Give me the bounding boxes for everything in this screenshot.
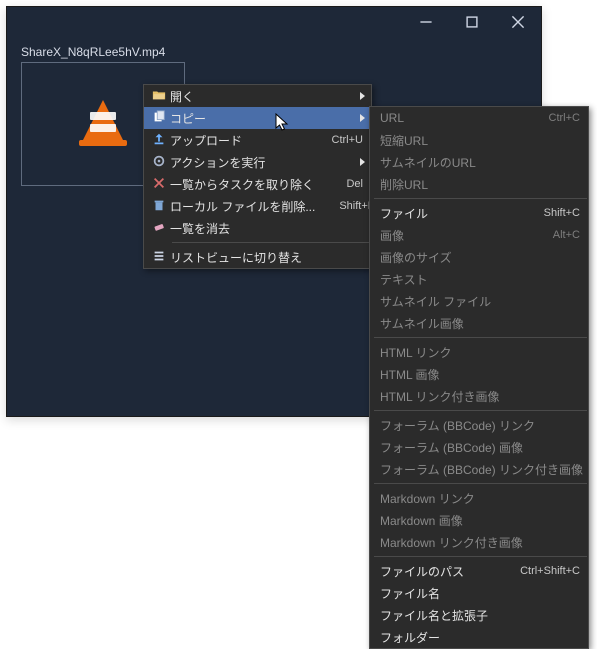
list-icon [152,249,166,266]
menu-switch-listview[interactable]: リストビューに切り替え [144,246,371,268]
menu-label: 削除URL [380,176,580,193]
submenu-html-link: HTML リンク [370,341,588,363]
menu-accel: Del [346,178,363,190]
menu-separator [374,198,587,199]
menu-separator [374,483,587,484]
cross-icon [152,176,166,193]
menu-separator [374,556,587,557]
menu-clear[interactable]: 一覧を消去 [144,217,371,239]
submenu-thumbnail-url: サムネイルのURL [370,151,588,173]
menu-label: 短縮URL [380,132,580,149]
menu-label: ファイル名と拡張子 [380,607,580,624]
folder-open-icon [152,88,166,105]
submenu-image: 画像 Alt+C [370,224,588,246]
menu-label: 画像のサイズ [380,249,580,266]
submenu-markdown-image-link: Markdown リンク付き画像 [370,531,588,553]
menu-label: Markdown リンク付き画像 [380,534,580,551]
menu-label: フォルダー [380,629,580,646]
context-menu: 開く コピー アップロード Ctrl+U アクションを実行 一覧からタスクを取り… [143,84,372,269]
menu-label: HTML リンク [380,344,580,361]
submenu-html-image-link: HTML リンク付き画像 [370,385,588,407]
menu-label: 開く [170,88,363,105]
menu-label: サムネイルのURL [380,154,580,171]
submenu-file[interactable]: ファイル Shift+C [370,202,588,224]
menu-label: HTML リンク付き画像 [380,388,580,405]
menu-label: テキスト [380,271,580,288]
menu-label: ローカル ファイルを削除... [170,198,339,215]
titlebar [7,7,541,37]
upload-icon [152,132,166,149]
submenu-arrow-icon [360,158,365,166]
close-button[interactable] [495,7,541,37]
menu-separator [374,410,587,411]
menu-label: サムネイル ファイル [380,293,580,310]
menu-accel: Alt+C [553,229,580,241]
menu-separator [374,337,587,338]
menu-label: ファイル [380,205,544,222]
submenu-bbcode-image-link: フォーラム (BBCode) リンク付き画像 [370,458,588,480]
menu-remove-task[interactable]: 一覧からタスクを取り除く Del [144,173,371,195]
submenu-arrow-icon [360,114,365,122]
submenu-file-path[interactable]: ファイルのパス Ctrl+Shift+C [370,560,588,582]
submenu-html-image: HTML 画像 [370,363,588,385]
submenu-text: テキスト [370,268,588,290]
minimize-button[interactable] [403,7,449,37]
menu-label: URL [380,111,549,125]
trash-icon [152,198,166,215]
menu-open[interactable]: 開く [144,85,371,107]
submenu-bbcode-link: フォーラム (BBCode) リンク [370,414,588,436]
maximize-button[interactable] [449,7,495,37]
copy-icon [152,110,166,127]
menu-upload[interactable]: アップロード Ctrl+U [144,129,371,151]
submenu-thumbnail-file: サムネイル ファイル [370,290,588,312]
submenu-arrow-icon [360,92,365,100]
menu-label: 画像 [380,227,553,244]
menu-accel: Ctrl+C [549,112,580,124]
menu-label: フォーラム (BBCode) リンク付き画像 [380,461,597,478]
menu-run-actions[interactable]: アクションを実行 [144,151,371,173]
menu-label: Markdown 画像 [380,512,580,529]
menu-label: サムネイル画像 [380,315,580,332]
submenu-file-name[interactable]: ファイル名 [370,582,588,604]
menu-label: コピー [170,110,363,127]
menu-accel: Ctrl+Shift+C [520,565,580,577]
eraser-icon [152,220,166,237]
menu-label: ファイルのパス [380,563,520,580]
submenu-short-url: 短縮URL [370,129,588,151]
submenu-file-name-ext[interactable]: ファイル名と拡張子 [370,604,588,626]
submenu-markdown-link: Markdown リンク [370,487,588,509]
menu-copy[interactable]: コピー [144,107,371,129]
menu-label: フォーラム (BBCode) リンク [380,417,580,434]
menu-label: 一覧を消去 [170,220,363,237]
menu-accel: Shift+C [544,207,580,219]
menu-label: アップロード [170,132,332,149]
menu-label: HTML 画像 [380,366,580,383]
menu-label: ファイル名 [380,585,580,602]
menu-delete-local[interactable]: ローカル ファイルを削除... Shift+Del [144,195,371,217]
menu-label: 一覧からタスクを取り除く [170,176,346,193]
submenu-bbcode-image: フォーラム (BBCode) 画像 [370,436,588,458]
menu-label: フォーラム (BBCode) 画像 [380,439,580,456]
file-name-label: ShareX_N8qRLee5hV.mp4 [21,45,165,59]
menu-accel: Ctrl+U [332,134,363,146]
menu-label: Markdown リンク [380,490,580,507]
vlc-cone-icon [83,100,123,140]
submenu-markdown-image: Markdown 画像 [370,509,588,531]
submenu-thumbnail-image: サムネイル画像 [370,312,588,334]
menu-label: リストビューに切り替え [170,249,363,266]
submenu-url: URL Ctrl+C [370,107,588,129]
submenu-delete-url: 削除URL [370,173,588,195]
menu-label: アクションを実行 [170,154,363,171]
copy-submenu: URL Ctrl+C 短縮URL サムネイルのURL 削除URL ファイル Sh… [369,106,589,649]
menu-separator [172,242,370,243]
gear-icon [152,154,166,171]
submenu-folder[interactable]: フォルダー [370,626,588,648]
submenu-image-size: 画像のサイズ [370,246,588,268]
